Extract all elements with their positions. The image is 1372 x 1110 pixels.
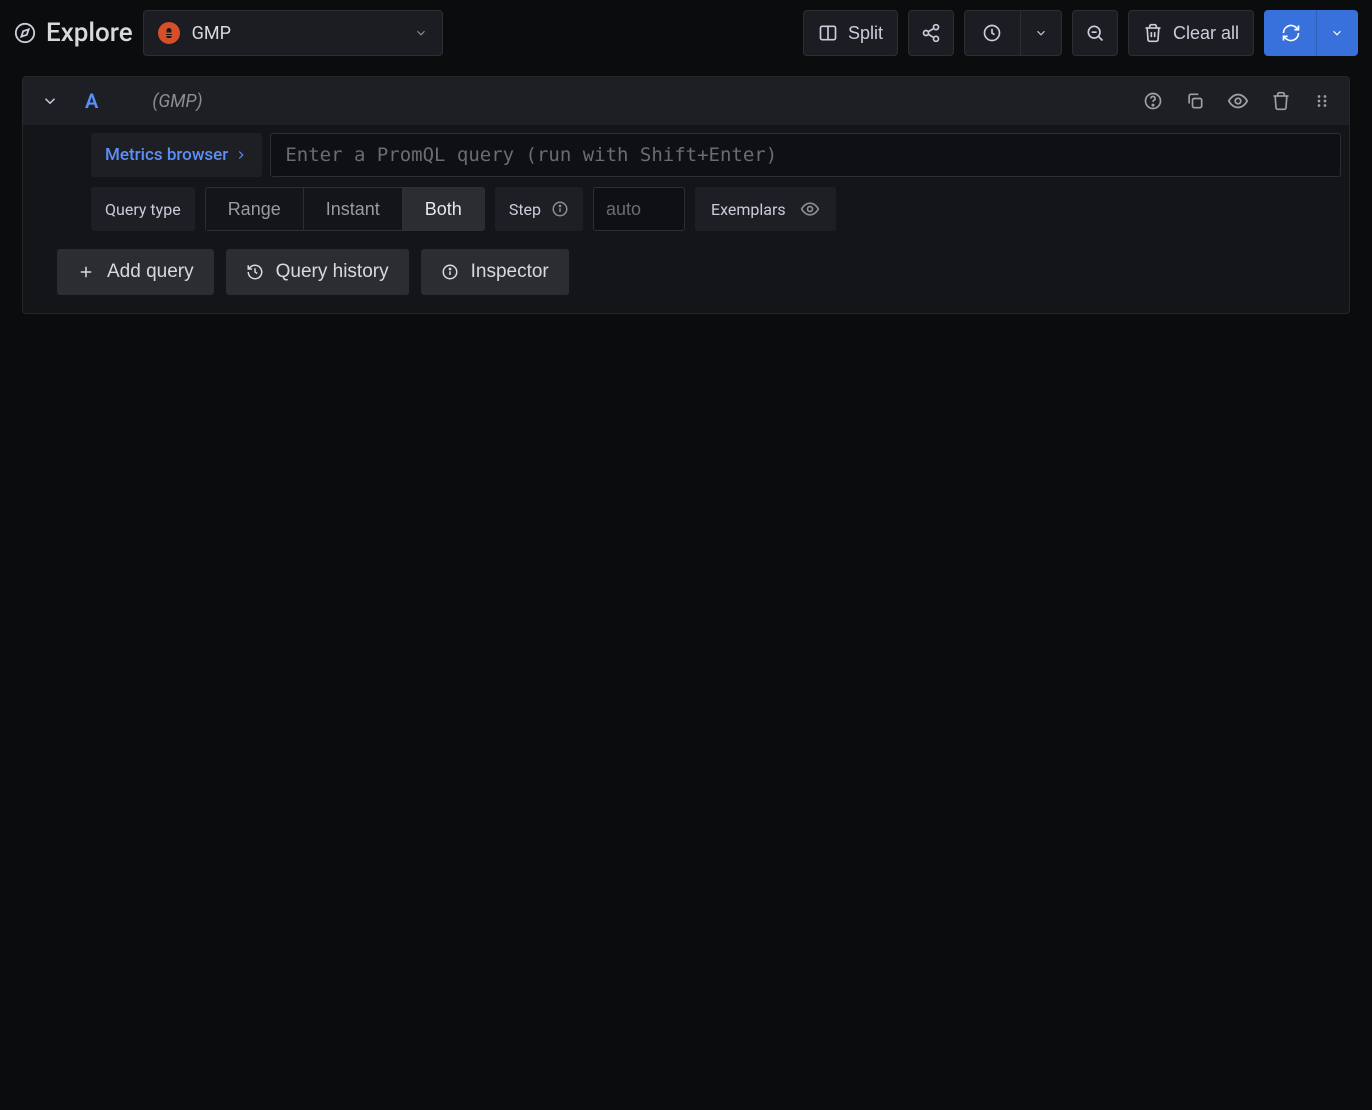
- run-query-button[interactable]: [1264, 10, 1316, 56]
- drag-handle[interactable]: [1309, 88, 1335, 114]
- topbar: Explore GMP Split: [0, 0, 1372, 66]
- toolbar-right: Split: [803, 10, 1358, 56]
- chevron-down-icon: [1330, 26, 1344, 40]
- datasource-picker[interactable]: GMP: [143, 10, 443, 56]
- run-group: [1264, 10, 1358, 56]
- trash-icon: [1143, 23, 1163, 43]
- zoom-out-icon: [1085, 23, 1105, 43]
- metrics-browser-button[interactable]: Metrics browser: [91, 133, 262, 177]
- zoom-out-button[interactable]: [1072, 10, 1118, 56]
- query-datasource-label: (GMP): [152, 91, 202, 112]
- datasource-name: GMP: [192, 23, 402, 44]
- time-range-group: [964, 10, 1062, 56]
- history-icon: [246, 263, 264, 281]
- clock-icon: [982, 23, 1002, 43]
- share-icon: [921, 23, 941, 43]
- page-title: Explore: [46, 18, 133, 48]
- query-row-actions: [1139, 86, 1335, 116]
- run-interval-dropdown[interactable]: [1316, 10, 1358, 56]
- metrics-browser-label: Metrics browser: [105, 145, 228, 165]
- collapse-row-button[interactable]: [37, 88, 63, 114]
- remove-query-button[interactable]: [1267, 87, 1295, 115]
- clear-all-button[interactable]: Clear all: [1128, 10, 1254, 56]
- copy-icon: [1185, 91, 1205, 111]
- title-group: Explore: [14, 18, 133, 48]
- trash-icon: [1271, 91, 1291, 111]
- query-type-label: Query type: [91, 187, 195, 231]
- inspector-button[interactable]: Inspector: [421, 249, 569, 295]
- query-type-both[interactable]: Both: [403, 188, 484, 230]
- grip-icon: [1313, 92, 1331, 110]
- time-range-button[interactable]: [964, 10, 1020, 56]
- toggle-query-visibility-button[interactable]: [1223, 86, 1253, 116]
- query-help-button[interactable]: [1139, 87, 1167, 115]
- inspector-label: Inspector: [471, 261, 549, 283]
- step-label: Step: [509, 200, 541, 219]
- promql-query-input[interactable]: [270, 133, 1341, 177]
- step-input[interactable]: [593, 187, 685, 231]
- exemplars-label: Exemplars: [711, 200, 786, 219]
- help-icon: [1143, 91, 1163, 111]
- query-history-label: Query history: [276, 261, 389, 283]
- query-row-header: A (GMP): [23, 77, 1349, 125]
- query-type-range[interactable]: Range: [206, 188, 304, 230]
- time-range-dropdown[interactable]: [1020, 10, 1062, 56]
- chevron-down-icon: [1034, 26, 1048, 40]
- query-type-instant[interactable]: Instant: [304, 188, 403, 230]
- refresh-icon: [1281, 23, 1301, 43]
- compass-icon: [14, 22, 36, 44]
- plus-icon: [77, 263, 95, 281]
- duplicate-query-button[interactable]: [1181, 87, 1209, 115]
- exemplars-toggle[interactable]: Exemplars: [695, 187, 836, 231]
- chevron-down-icon: [414, 26, 428, 40]
- query-ref-id: A: [85, 89, 98, 113]
- prometheus-icon: [158, 22, 180, 44]
- query-body: Metrics browser Query type Range Instant…: [23, 125, 1349, 231]
- step-label-group: Step: [495, 187, 583, 231]
- share-button[interactable]: [908, 10, 954, 56]
- query-type-segmented: Range Instant Both: [205, 187, 485, 231]
- clear-all-label: Clear all: [1173, 23, 1239, 44]
- query-history-button[interactable]: Query history: [226, 249, 409, 295]
- chevron-right-icon: [234, 148, 248, 162]
- add-query-label: Add query: [107, 261, 194, 283]
- add-query-button[interactable]: Add query: [57, 249, 214, 295]
- query-panel: A (GMP): [22, 76, 1350, 314]
- info-icon: [441, 263, 459, 281]
- split-label: Split: [848, 23, 883, 44]
- panel-actions: Add query Query history Inspector: [23, 231, 1349, 313]
- columns-icon: [818, 23, 838, 43]
- info-icon: [551, 200, 569, 218]
- split-button[interactable]: Split: [803, 10, 898, 56]
- eye-icon: [800, 199, 820, 219]
- chevron-down-icon: [41, 92, 59, 110]
- eye-icon: [1227, 90, 1249, 112]
